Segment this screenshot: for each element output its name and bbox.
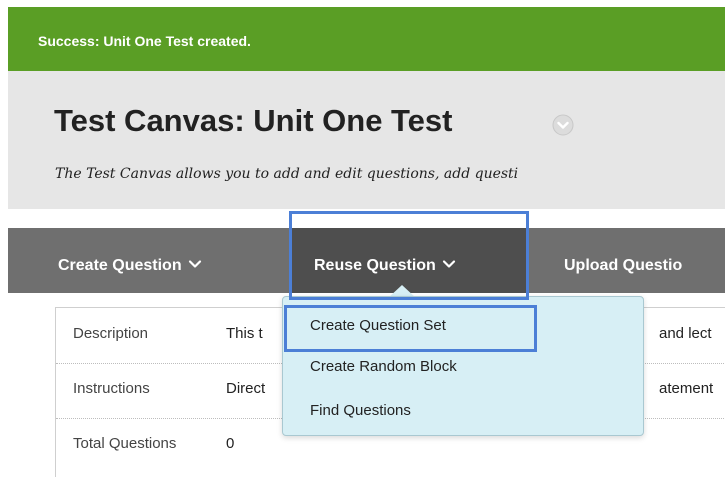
success-notification: Success: Unit One Test created.: [8, 7, 725, 71]
row-value: Direct: [226, 380, 266, 397]
row-label: Instructions: [73, 380, 150, 397]
row-value: This t: [226, 325, 263, 342]
page-header: Test Canvas: Unit One Test The Test Canv…: [8, 71, 725, 209]
page-frame: Success: Unit One Test created. Test Can…: [8, 7, 725, 477]
create-question-button[interactable]: Create Question: [58, 228, 202, 293]
upload-questions-button[interactable]: Upload Questio: [564, 228, 682, 293]
reuse-question-button[interactable]: Reuse Question: [291, 228, 529, 293]
options-chevron-icon[interactable]: [552, 114, 574, 136]
row-label: Description: [73, 325, 149, 342]
row-value: 0: [226, 435, 235, 452]
chevron-down-icon: [442, 260, 455, 268]
reuse-question-label: Reuse Question: [314, 257, 436, 274]
menu-item-create-question-set[interactable]: Create Question Set: [310, 317, 446, 334]
create-question-label: Create Question: [58, 257, 182, 274]
page-description: The Test Canvas allows you to add and ed…: [55, 166, 519, 182]
menu-item-find-questions[interactable]: Find Questions: [310, 402, 411, 419]
upload-questions-label: Upload Questio: [564, 257, 683, 274]
menu-item-create-random-block[interactable]: Create Random Block: [310, 358, 457, 375]
action-bar: Create Question Reuse Question Upload Qu…: [8, 228, 725, 293]
row-value-continued: atement: [659, 380, 714, 397]
page-title: Test Canvas: Unit One Test: [54, 103, 453, 138]
success-message: Success: Unit One Test created.: [38, 33, 251, 49]
reuse-question-dropdown: Create Question Set Create Random Block …: [282, 296, 644, 436]
chevron-down-icon: [188, 260, 201, 268]
row-label: Total Questions: [73, 435, 177, 452]
row-value-continued: and lect: [659, 325, 712, 342]
